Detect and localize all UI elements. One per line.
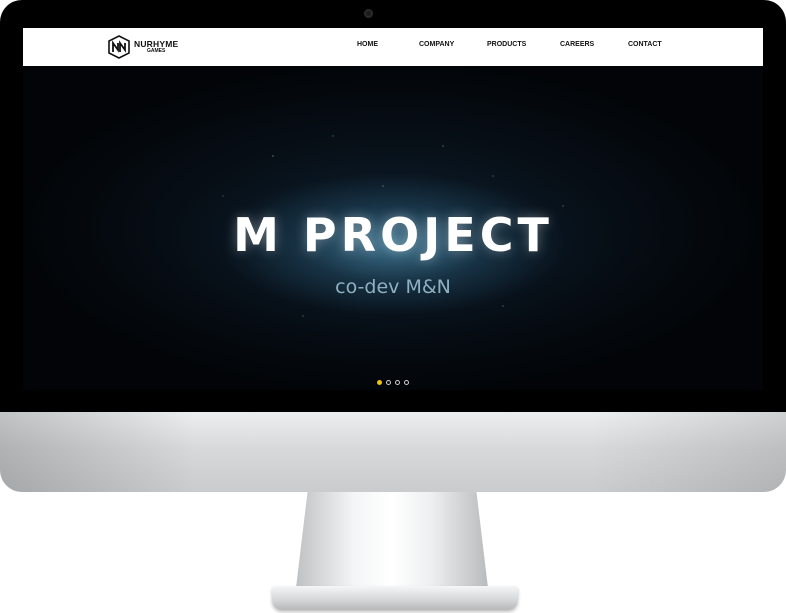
hero-subtitle: co-dev M&N bbox=[335, 276, 451, 298]
nav-products[interactable]: PRODUCTS bbox=[487, 41, 526, 48]
brand-logo[interactable]: NURHYME GAMES bbox=[108, 34, 178, 60]
brand-name: NURHYME bbox=[134, 38, 179, 49]
monitor-chin-shade bbox=[0, 412, 786, 492]
slide-dot-1[interactable] bbox=[377, 380, 382, 385]
nav-company[interactable]: COMPANY bbox=[419, 41, 454, 48]
nav-careers[interactable]: CAREERS bbox=[560, 41, 594, 48]
hero-slider: M PROJECT co-dev M&N bbox=[23, 66, 763, 390]
browser-screen: NURHYME GAMES HOME COMPANY PRODUCTS CARE… bbox=[23, 28, 763, 390]
slide-dot-3[interactable] bbox=[395, 380, 400, 385]
slider-pagination bbox=[377, 380, 409, 385]
site-header: NURHYME GAMES HOME COMPANY PRODUCTS CARE… bbox=[23, 28, 763, 67]
monitor-base bbox=[272, 586, 518, 610]
nav-contact[interactable]: CONTACT bbox=[628, 41, 662, 48]
hero-title: M PROJECT bbox=[233, 208, 553, 262]
webcam-icon bbox=[364, 9, 373, 18]
brand-sub: GAMES bbox=[147, 48, 166, 55]
nav-home[interactable]: HOME bbox=[357, 41, 378, 48]
nurhyme-logo-icon bbox=[108, 35, 130, 59]
monitor-bezel: NURHYME GAMES HOME COMPANY PRODUCTS CARE… bbox=[0, 0, 786, 412]
monitor-stand bbox=[296, 492, 488, 588]
slide-dot-2[interactable] bbox=[386, 380, 391, 385]
slide-dot-4[interactable] bbox=[404, 380, 409, 385]
